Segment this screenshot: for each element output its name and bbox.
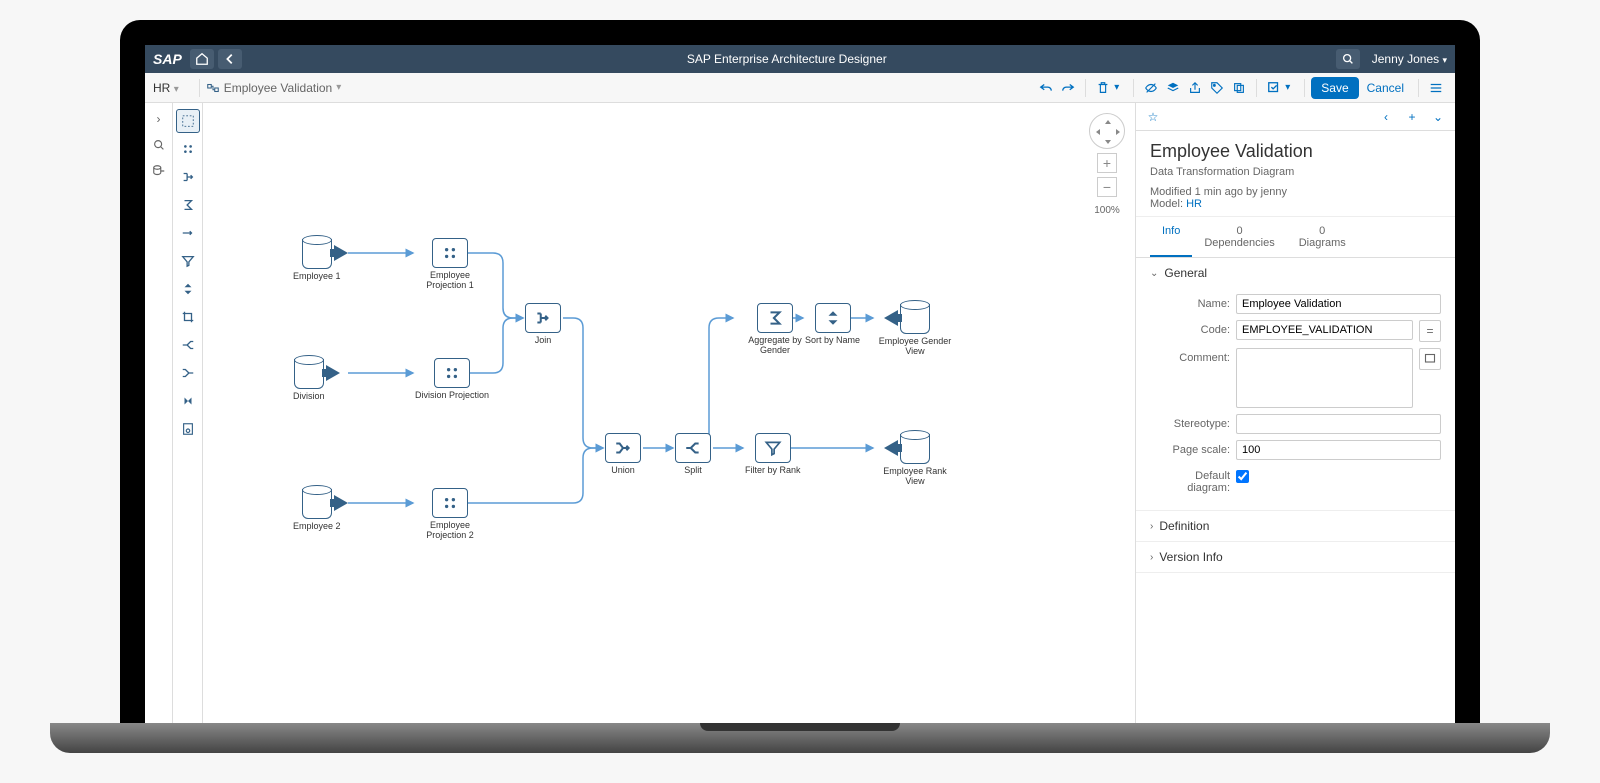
favorite-button[interactable]: ☆ xyxy=(1144,110,1162,124)
palette-union[interactable] xyxy=(176,361,200,385)
breadcrumb-context[interactable]: HR ▾ xyxy=(153,81,187,95)
add-button[interactable]: + xyxy=(1403,110,1421,124)
search-tool[interactable] xyxy=(149,135,169,155)
comment-label: Comment: xyxy=(1150,348,1230,364)
cancel-button[interactable]: Cancel xyxy=(1359,77,1412,99)
palette-link[interactable] xyxy=(176,389,200,413)
section-definition-header[interactable]: ›Definition xyxy=(1136,511,1455,541)
model-link[interactable]: HR xyxy=(1186,198,1202,210)
save-button[interactable]: Save xyxy=(1311,77,1358,99)
pagescale-field[interactable] xyxy=(1236,440,1441,460)
code-field[interactable] xyxy=(1236,320,1413,340)
modified-info: Modified 1 min ago by jenny xyxy=(1150,186,1441,198)
diagram-canvas[interactable]: Employee 1 Division Employee 2 Employee … xyxy=(203,103,1135,723)
export-button[interactable] xyxy=(1184,77,1206,99)
node-union[interactable]: Union xyxy=(605,433,641,476)
visibility-button[interactable] xyxy=(1140,77,1162,99)
node-emp-projection-2[interactable]: Employee Projection 2 xyxy=(415,488,485,541)
palette-join[interactable] xyxy=(176,165,200,189)
app-title: SAP Enterprise Architecture Designer xyxy=(246,52,1328,66)
tag-button[interactable] xyxy=(1206,77,1228,99)
sub-toolbar: HR ▾ Employee Validation ▾ ▾ xyxy=(145,73,1455,103)
stereotype-field[interactable] xyxy=(1236,414,1441,434)
node-division-projection[interactable]: Division Projection xyxy=(415,358,489,401)
tool-palette xyxy=(173,103,203,723)
zoom-out-button[interactable]: − xyxy=(1097,177,1117,197)
sap-logo: SAP xyxy=(153,51,182,67)
palette-filter[interactable] xyxy=(176,249,200,273)
tab-info[interactable]: Info xyxy=(1150,217,1192,257)
node-employee2-source[interactable]: Employee 2 xyxy=(293,485,341,532)
redo-button[interactable] xyxy=(1057,77,1079,99)
code-sync-button[interactable]: = xyxy=(1419,320,1441,342)
node-rank-view[interactable]: Employee Rank View xyxy=(875,430,955,487)
prev-button[interactable]: ‹ xyxy=(1377,110,1395,124)
palette-select[interactable] xyxy=(176,109,200,133)
comment-expand-button[interactable] xyxy=(1419,348,1441,370)
palette-aggregate[interactable] xyxy=(176,193,200,217)
datasource-tool[interactable] xyxy=(149,161,169,181)
palette-sort[interactable] xyxy=(176,277,200,301)
defaultdiagram-label: Default diagram: xyxy=(1150,466,1230,494)
global-search-button[interactable] xyxy=(1336,49,1360,69)
collapse-left-button[interactable]: › xyxy=(149,109,169,129)
tab-dependencies[interactable]: 0Dependencies xyxy=(1192,217,1286,257)
menu-button[interactable] xyxy=(1425,77,1447,99)
layers-button[interactable] xyxy=(1162,77,1184,99)
delete-button[interactable] xyxy=(1092,77,1114,99)
tab-diagrams[interactable]: 0Diagrams xyxy=(1287,217,1358,257)
stereotype-label: Stereotype: xyxy=(1150,414,1230,430)
node-employee1-source[interactable]: Employee 1 xyxy=(293,235,341,282)
zoom-percent: 100% xyxy=(1094,205,1120,216)
node-aggregate-gender[interactable]: Aggregate by Gender xyxy=(735,303,815,356)
palette-connector[interactable] xyxy=(176,221,200,245)
back-button[interactable] xyxy=(218,49,242,69)
pagescale-label: Page scale: xyxy=(1150,440,1230,456)
expand-button[interactable]: ⌄ xyxy=(1429,110,1447,124)
palette-crop[interactable] xyxy=(176,305,200,329)
palette-projection[interactable] xyxy=(176,137,200,161)
node-split[interactable]: Split xyxy=(675,433,711,476)
node-sort-name[interactable]: Sort by Name xyxy=(805,303,860,346)
pan-wheel[interactable] xyxy=(1089,113,1125,149)
left-rail: › xyxy=(145,103,173,723)
validate-button[interactable] xyxy=(1263,77,1285,99)
app-header: SAP SAP Enterprise Architecture Designer… xyxy=(145,45,1455,73)
user-menu[interactable]: Jenny Jones ▾ xyxy=(1372,52,1447,66)
name-label: Name: xyxy=(1150,294,1230,310)
breadcrumb-diagram[interactable]: Employee Validation ▾ xyxy=(206,81,350,95)
copy-button[interactable] xyxy=(1228,77,1250,99)
connectors xyxy=(203,103,1135,723)
zoom-in-button[interactable]: + xyxy=(1097,153,1117,173)
node-gender-view[interactable]: Employee Gender View xyxy=(875,300,955,357)
defaultdiagram-checkbox[interactable] xyxy=(1236,470,1249,483)
node-division-source[interactable]: Division xyxy=(293,355,325,402)
section-general-header[interactable]: ⌄General xyxy=(1136,258,1455,288)
panel-subtitle: Data Transformation Diagram xyxy=(1150,166,1441,178)
home-button[interactable] xyxy=(190,49,214,69)
palette-output[interactable] xyxy=(176,417,200,441)
node-filter-rank[interactable]: Filter by Rank xyxy=(745,433,801,476)
palette-split[interactable] xyxy=(176,333,200,357)
node-join[interactable]: Join xyxy=(525,303,561,346)
node-emp-projection-1[interactable]: Employee Projection 1 xyxy=(415,238,485,291)
section-version-header[interactable]: ›Version Info xyxy=(1136,542,1455,572)
zoom-controls: + − 100% xyxy=(1089,113,1125,216)
undo-button[interactable] xyxy=(1035,77,1057,99)
comment-field[interactable] xyxy=(1236,348,1413,408)
code-label: Code: xyxy=(1150,320,1230,336)
name-field[interactable] xyxy=(1236,294,1441,314)
properties-panel: ☆ ‹ + ⌄ Employee Validation Data Transfo… xyxy=(1135,103,1455,723)
panel-title: Employee Validation xyxy=(1150,141,1441,162)
